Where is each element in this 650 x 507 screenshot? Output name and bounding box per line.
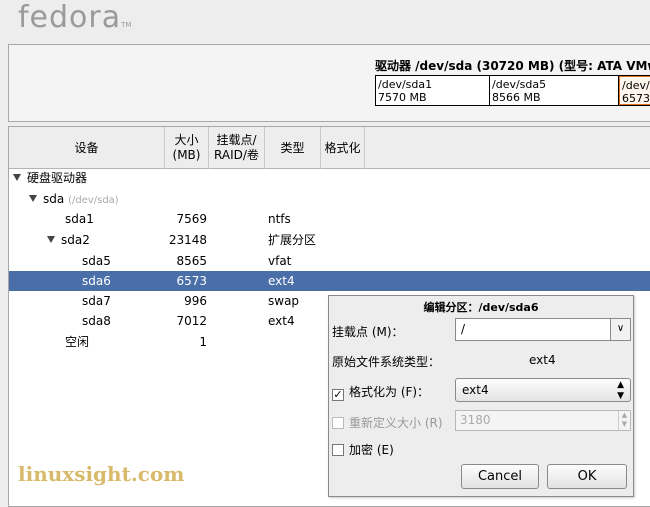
col-format[interactable]: 格式化 [321, 127, 365, 169]
tree-row-sda6[interactable]: sda6 6573 ext4 [9, 271, 650, 291]
partition-bar: /dev/sda17570 MB /dev/sda58566 MB /dev/s… [375, 75, 650, 106]
fedora-logo: fedoraTM [18, 0, 132, 35]
resize-checkbox[interactable]: 重新定义大小 (R) [332, 414, 443, 431]
edit-partition-dialog: 编辑分区：/dev/sda6 挂载点 (M)： / ∨ 原始文件系统类型： ex… [328, 295, 634, 497]
updown-arrows-icon: ▲ ▼ [617, 380, 624, 401]
checkbox-box[interactable] [332, 417, 344, 429]
tree-row-hard-drives[interactable]: 硬盘驱动器 [9, 168, 650, 188]
expander-icon[interactable] [13, 174, 21, 181]
col-type[interactable]: 类型 [265, 127, 321, 169]
col-size[interactable]: 大小 (MB) [165, 127, 209, 169]
spin-arrows-icon[interactable]: ▲ ▼ [618, 411, 630, 430]
format-as-checkbox[interactable]: ✓ 格式化为 (F)： [332, 383, 429, 401]
tree-header: 设备 大小 (MB) 挂载点/ RAID/卷 类型 格式化 [9, 127, 650, 169]
dialog-title: 编辑分区：/dev/sda6 [423, 301, 539, 314]
encrypt-checkbox[interactable]: 加密 (E) [332, 441, 394, 458]
mount-point-label: 挂载点 (M)： [332, 325, 404, 339]
original-fs-value: ext4 [529, 353, 556, 367]
disk-overview-panel: 驱动器 /dev/sda (30720 MB) (型号: ATA VMwa /d… [8, 44, 650, 122]
col-mount[interactable]: 挂载点/ RAID/卷 [209, 127, 265, 169]
tree-row-sda2[interactable]: sda2 23148 扩展分区 [9, 230, 650, 250]
expander-icon[interactable] [29, 195, 37, 202]
partition-block-sda6[interactable]: /dev/s6573 [619, 76, 650, 105]
expander-icon[interactable] [47, 236, 55, 243]
cancel-button[interactable]: Cancel [461, 464, 539, 489]
tree-row-sda[interactable]: sda (/dev/sda) [9, 189, 650, 209]
check-icon[interactable]: ✓ [332, 389, 344, 401]
tree-row-sda5[interactable]: sda5 8565 vfat [9, 251, 650, 271]
mount-point-combo[interactable]: / ∨ [455, 318, 631, 341]
resize-spinbox[interactable]: 3180 ▲ ▼ [455, 410, 631, 431]
chevron-down-icon[interactable]: ∨ [610, 319, 630, 340]
disk-title: 驱动器 /dev/sda (30720 MB) (型号: ATA VMwa [375, 59, 650, 73]
watermark: linuxsight.com [18, 462, 185, 486]
col-device[interactable]: 设备 [9, 127, 165, 169]
partition-block-sda5[interactable]: /dev/sda5 8566 MB [490, 76, 619, 105]
checkbox-box[interactable] [332, 444, 344, 456]
ok-button[interactable]: OK [547, 464, 627, 489]
tree-row-sda1[interactable]: sda1 7569 ntfs [9, 209, 650, 229]
partition-block-sda1[interactable]: /dev/sda1 7570 MB [376, 76, 490, 105]
original-fs-label: 原始文件系统类型： [332, 355, 441, 369]
mount-point-value[interactable]: / [461, 322, 465, 336]
format-type-select[interactable]: ext4 ▲ ▼ [455, 378, 631, 402]
